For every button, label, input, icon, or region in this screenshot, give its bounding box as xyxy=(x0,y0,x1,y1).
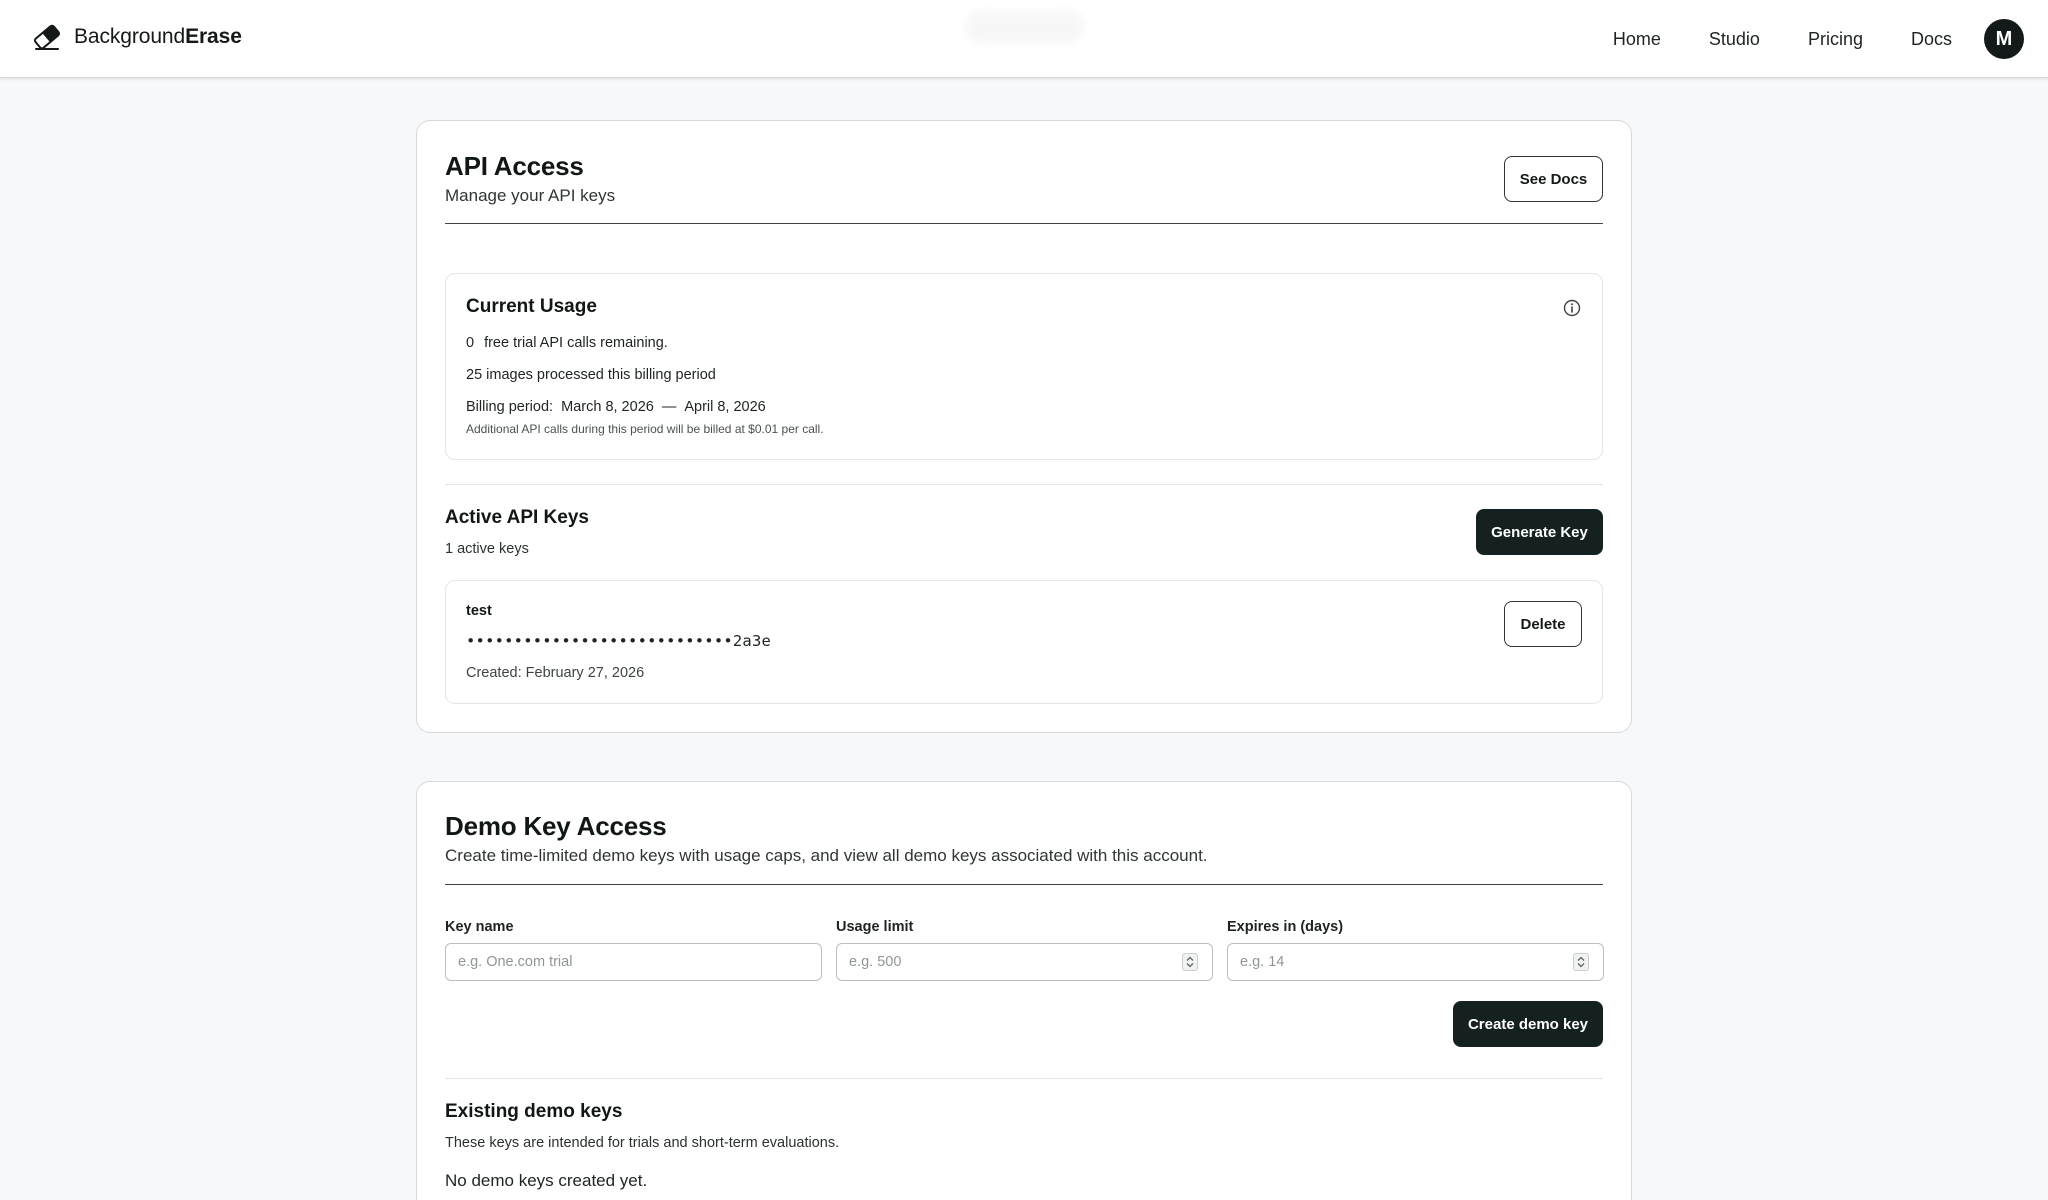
demo-access-divider xyxy=(445,884,1603,885)
billing-start-date: March 8, 2026 xyxy=(561,399,654,415)
create-demo-key-button[interactable]: Create demo key xyxy=(1453,1001,1603,1047)
info-icon[interactable] xyxy=(1562,298,1582,318)
api-access-title: API Access xyxy=(445,151,584,181)
images-processed-text: 25 images processed this billing period xyxy=(466,367,716,383)
expires-label: Expires in (days) xyxy=(1227,919,1344,935)
overage-note: Additional API calls during this period … xyxy=(466,422,824,436)
existing-demo-keys-subtitle: These keys are intended for trials and s… xyxy=(445,1135,840,1151)
top-navbar: BackgroundErase Home Studio Pricing Docs… xyxy=(0,0,2048,78)
see-docs-button[interactable]: See Docs xyxy=(1504,156,1603,202)
brand-name: BackgroundErase xyxy=(74,25,242,48)
demo-key-access-card: Demo Key Access Create time-limited demo… xyxy=(416,781,1632,1200)
main-nav: Home Studio Pricing Docs M xyxy=(1613,0,2024,78)
nav-pricing-link[interactable]: Pricing xyxy=(1808,29,1863,50)
remaining-calls-text: 0 free trial API calls remaining. xyxy=(466,335,668,351)
current-usage-title: Current Usage xyxy=(466,296,597,317)
user-avatar[interactable]: M xyxy=(1984,19,2024,59)
generate-key-button[interactable]: Generate Key xyxy=(1476,509,1603,555)
demo-access-title: Demo Key Access xyxy=(445,811,667,841)
billing-end-date: April 8, 2026 xyxy=(684,399,766,415)
usage-limit-stepper[interactable] xyxy=(1182,953,1198,971)
usage-limit-input[interactable] xyxy=(836,943,1213,981)
expires-stepper[interactable] xyxy=(1573,953,1589,971)
nav-studio-link[interactable]: Studio xyxy=(1709,29,1760,50)
remaining-calls-count: 0 xyxy=(466,335,475,351)
api-key-masked-value: ••••••••••••••••••••••••••••2a3e xyxy=(466,632,772,650)
key-name-input[interactable] xyxy=(445,943,822,981)
section-divider xyxy=(445,1078,1603,1079)
api-access-subtitle: Manage your API keys xyxy=(445,186,616,205)
key-name-label: Key name xyxy=(445,919,514,935)
active-keys-title: Active API Keys xyxy=(445,507,589,528)
existing-demo-keys-title: Existing demo keys xyxy=(445,1101,623,1122)
delete-key-button[interactable]: Delete xyxy=(1504,601,1582,647)
brand-logo-link[interactable]: BackgroundErase xyxy=(32,22,242,52)
api-key-name: test xyxy=(466,603,492,619)
api-access-card: API Access Manage your API keys See Docs… xyxy=(416,120,1632,733)
demo-access-subtitle: Create time-limited demo keys with usage… xyxy=(445,846,1208,865)
nav-home-link[interactable]: Home xyxy=(1613,29,1661,50)
current-usage-panel: Current Usage 0 free trial API calls rema… xyxy=(445,273,1603,460)
eraser-icon xyxy=(33,24,61,50)
api-key-list-item: test ••••••••••••••••••••••••••••2a3e Cr… xyxy=(445,580,1603,704)
stepper-arrows-icon xyxy=(1186,956,1194,968)
api-key-created-date: Created: February 27, 2026 xyxy=(466,665,645,681)
expires-input[interactable] xyxy=(1227,943,1604,981)
active-keys-count: 1 active keys xyxy=(445,541,529,557)
billing-period-text: Billing period: March 8, 2026— April 8, 2… xyxy=(466,399,766,415)
blurred-placeholder xyxy=(965,10,1085,44)
usage-limit-label: Usage limit xyxy=(836,919,914,935)
no-demo-keys-message: No demo keys created yet. xyxy=(445,1171,648,1190)
api-access-divider xyxy=(445,223,1603,224)
stepper-arrows-icon xyxy=(1577,956,1585,968)
nav-docs-link[interactable]: Docs xyxy=(1911,29,1952,50)
section-divider xyxy=(445,484,1603,485)
